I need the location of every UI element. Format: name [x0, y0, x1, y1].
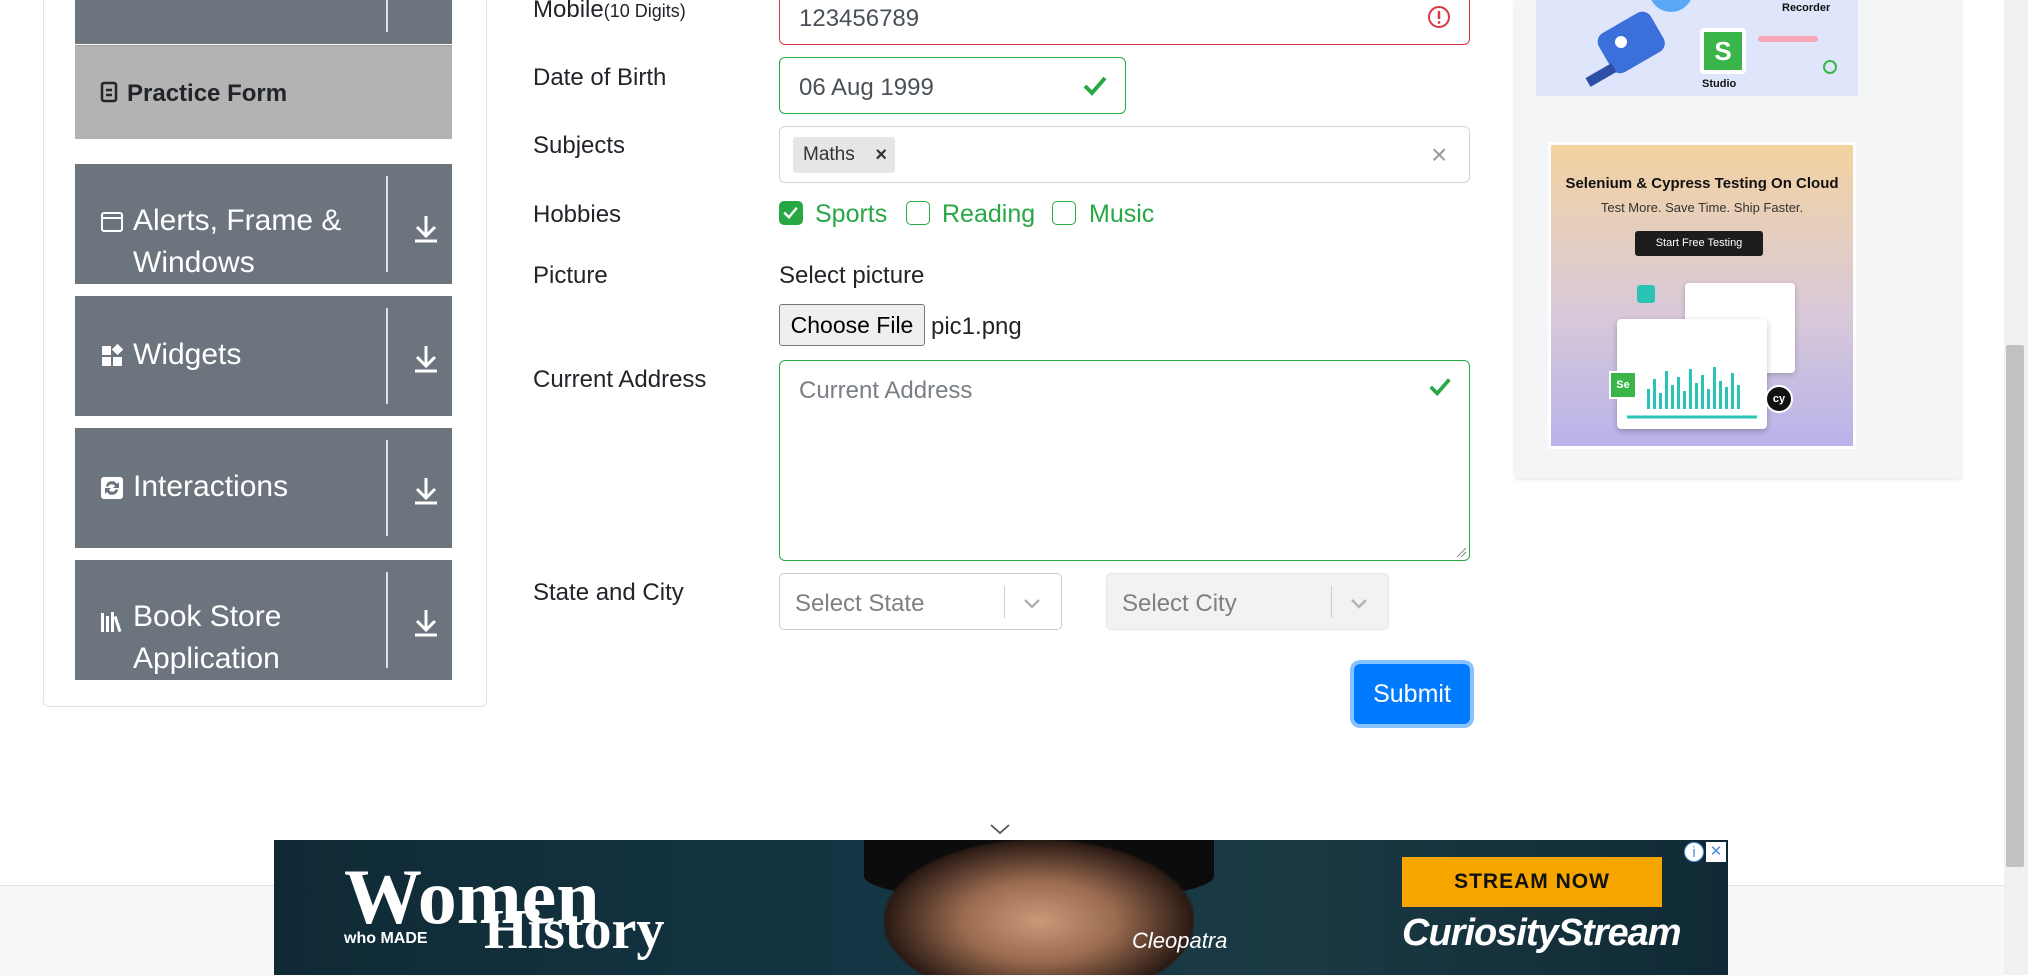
chevron-down-icon — [1024, 599, 1040, 609]
group-divider — [386, 308, 388, 404]
robot-graphic — [1576, 0, 1696, 90]
select-picture-label: Select picture — [779, 262, 925, 289]
remove-tag-icon[interactable]: × — [875, 137, 887, 173]
widgets-icon — [102, 344, 124, 366]
valid-check-icon — [1083, 76, 1107, 96]
chevron-down-icon[interactable] — [988, 822, 1012, 836]
recorder-label: Recorder — [1782, 2, 1831, 14]
chart-graphic — [1627, 367, 1757, 419]
sidebar-group-label: Alerts, Frame & Windows — [133, 204, 342, 279]
mobile-label: Mobile(10 Digits) — [533, 0, 686, 24]
se-badge: Se — [1609, 371, 1637, 399]
interactions-icon — [101, 477, 123, 499]
group-divider — [386, 572, 388, 668]
dob-label: Date of Birth — [533, 64, 667, 91]
download-arrow-icon — [415, 346, 437, 373]
group-divider — [386, 176, 388, 272]
reading-label[interactable]: Reading — [942, 200, 1035, 229]
curiositystream-ad[interactable]: Women who MADE History Cleopatra STREAM … — [274, 840, 1728, 975]
dob-value: 06 Aug 1999 — [799, 74, 934, 101]
dashboard-mockup: Se cy — [1609, 283, 1795, 433]
clear-subjects-icon[interactable]: × — [1431, 139, 1447, 171]
studio-label: Studio — [1702, 78, 1737, 90]
submit-button[interactable]: Submit — [1354, 664, 1470, 724]
download-arrow-icon — [415, 478, 437, 505]
mobile-value: 123456789 — [799, 5, 920, 32]
valid-check-icon — [1429, 378, 1451, 397]
download-arrow-icon — [415, 216, 437, 243]
chevron-down-icon — [1351, 599, 1367, 609]
studio-ad[interactable]: S Studio Recorder — [1536, 0, 1858, 96]
sidebar-group-widgets[interactable]: Widgets — [75, 296, 452, 416]
mobile-field[interactable]: 123456789 — [779, 0, 1470, 45]
ad-title: Selenium & Cypress Testing On Cloud — [1565, 175, 1839, 192]
sports-checkbox[interactable] — [779, 201, 803, 225]
ad-title-history: History — [484, 899, 665, 961]
teal-logo-badge — [1637, 285, 1655, 303]
city-placeholder: Select City — [1122, 590, 1237, 617]
state-placeholder: Select State — [795, 590, 925, 617]
sidebar-group-interactions[interactable]: Interactions — [75, 428, 452, 548]
group-divider — [386, 440, 388, 536]
studio-logo: S — [1700, 28, 1746, 74]
books-icon — [101, 612, 122, 633]
checkmark-icon — [783, 206, 798, 220]
ad-portrait — [884, 840, 1194, 975]
ad-info-icon[interactable]: i — [1684, 842, 1704, 862]
ad-bar — [1758, 36, 1818, 42]
current-address-textarea[interactable]: Current Address — [779, 360, 1470, 561]
subjects-label: Subjects — [533, 132, 626, 159]
group-divider — [386, 0, 388, 32]
reading-checkbox[interactable] — [906, 201, 930, 225]
choose-file-button[interactable]: Choose File — [779, 304, 925, 346]
sports-label[interactable]: Sports — [815, 200, 887, 229]
city-select[interactable]: Select City — [1106, 573, 1389, 630]
ad-close-icon[interactable]: ✕ — [1706, 842, 1726, 862]
stream-now-button[interactable]: STREAM NOW — [1402, 857, 1662, 907]
address-label: Current Address — [533, 366, 707, 393]
curiositystream-logo: CuriosityStream — [1402, 912, 1682, 954]
cy-badge: cy — [1765, 385, 1793, 413]
dob-field[interactable]: 06 Aug 1999 — [779, 57, 1126, 114]
select-separator — [1004, 586, 1005, 618]
form-icon — [100, 81, 118, 103]
hobbies-label: Hobbies — [533, 201, 622, 228]
sidebar-group-label: Book Store Application — [133, 600, 282, 675]
music-checkbox[interactable] — [1052, 201, 1076, 225]
subject-tag-label: Maths — [803, 144, 855, 165]
state-city-label: State and City — [533, 579, 684, 606]
select-separator — [1331, 586, 1332, 618]
mobile-hint: (10 Digits) — [603, 1, 686, 21]
ad-circle — [1823, 60, 1837, 74]
window-icon — [101, 212, 123, 232]
resize-handle-icon[interactable] — [1455, 546, 1467, 558]
state-select[interactable]: Select State — [779, 573, 1062, 630]
download-arrow-icon — [415, 610, 437, 637]
sidebar-group-alerts[interactable]: Alerts, Frame & Windows — [75, 164, 452, 284]
sidebar-group-label: Widgets — [133, 338, 242, 371]
picture-label: Picture — [533, 262, 608, 289]
sidebar-item-label: Practice Form — [127, 80, 288, 107]
file-name: pic1.png — [931, 313, 1022, 340]
mobile-label-text: Mobile — [533, 0, 604, 23]
music-label[interactable]: Music — [1089, 200, 1154, 229]
sidebar-group-forms[interactable] — [75, 0, 452, 44]
ad-title-who-made: who MADE — [344, 930, 428, 947]
error-icon — [1428, 6, 1450, 28]
ad-subtitle: Test More. Save Time. Ship Faster. — [1600, 200, 1804, 215]
cloud-testing-ad[interactable]: Selenium & Cypress Testing On Cloud Test… — [1548, 142, 1856, 449]
sidebar-group-label: Interactions — [133, 470, 289, 503]
scrollbar-thumb[interactable] — [2006, 345, 2024, 867]
subject-tag-maths: Maths × — [793, 137, 895, 173]
subjects-field[interactable]: Maths × × — [779, 126, 1470, 183]
sidebar-group-book-store[interactable]: Book Store Application — [75, 560, 452, 680]
sidebar-item-practice-form[interactable]: Practice Form — [75, 45, 452, 139]
start-free-testing-button[interactable]: Start Free Testing — [1635, 231, 1763, 256]
robot-icon — [1585, 0, 1691, 87]
ad-name-caption: Cleopatra — [1132, 928, 1228, 953]
address-placeholder: Current Address — [799, 377, 973, 404]
